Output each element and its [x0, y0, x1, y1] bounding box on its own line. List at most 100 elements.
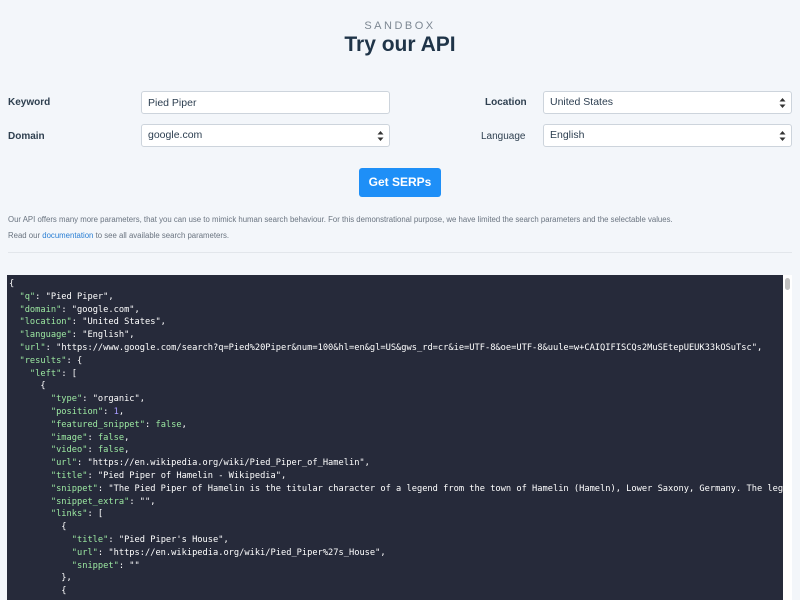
code-token: "image"	[9, 432, 88, 443]
select-arrows-icon	[779, 131, 786, 141]
code-token: "title"	[9, 534, 109, 545]
code-token: "left"	[9, 368, 62, 379]
code-token: false	[97, 445, 125, 456]
code-line: "url": "https://www.google.com/search?q=…	[7, 342, 783, 355]
code-line: },	[7, 572, 783, 585]
code-token: ,	[181, 419, 187, 430]
code-line: "video": false,	[7, 444, 783, 457]
code-line: "links": [	[7, 508, 783, 521]
code-token: "type"	[9, 394, 83, 405]
code-line: "q": "Pied Piper",	[7, 291, 783, 304]
code-line: "featured_snippet": false,	[7, 419, 783, 432]
code-token: "title"	[9, 470, 88, 481]
code-token: "featured_snippet"	[9, 419, 145, 430]
location-select[interactable]: United States	[543, 91, 792, 114]
code-token: : "English",	[71, 330, 135, 341]
code-token: "video"	[9, 445, 88, 456]
code-token: false	[97, 432, 125, 443]
code-token: : ""	[118, 560, 140, 571]
code-token: :	[87, 445, 98, 456]
code-token: {	[9, 522, 67, 533]
keyword-input[interactable]	[148, 92, 383, 113]
code-token: "snippet"	[9, 483, 98, 494]
domain-value: google.com	[148, 129, 203, 141]
json-response-panel[interactable]: { "q": "Pied Piper", "domain": "google.c…	[7, 275, 783, 600]
language-select[interactable]: English	[543, 124, 792, 147]
code-token: : "https://en.wikipedia.org/wiki/Pied_Pi…	[97, 547, 386, 558]
code-token: "snippet_extra"	[9, 496, 130, 507]
keyword-label: Keyword	[8, 97, 51, 108]
code-line: "domain": "google.com",	[7, 304, 783, 317]
code-token: ,	[124, 445, 130, 456]
domain-label: Domain	[8, 131, 45, 142]
domain-select[interactable]: google.com	[141, 124, 390, 147]
code-line: "snippet": "The Pied Piper of Hamelin is…	[7, 483, 783, 496]
get-serps-button[interactable]: Get SERPs	[359, 168, 441, 197]
code-token: :	[103, 406, 114, 417]
code-line: "language": "English",	[7, 329, 783, 342]
code-line: "left": [	[7, 368, 783, 381]
code-line: "type": "organic",	[7, 393, 783, 406]
language-label: Language	[481, 131, 526, 142]
code-line: "url": "https://en.wikipedia.org/wiki/Pi…	[7, 547, 783, 560]
documentation-link[interactable]: documentation	[42, 231, 93, 240]
docs-note: Read our documentation to see all availa…	[8, 231, 229, 240]
code-token: },	[9, 573, 72, 584]
code-token: "location"	[9, 317, 72, 328]
language-value: English	[550, 129, 585, 141]
code-token: "url"	[9, 547, 98, 558]
divider	[8, 252, 792, 253]
page-title: Try our API	[344, 33, 456, 56]
code-line: "snippet": ""	[7, 560, 783, 573]
code-token: "url"	[9, 342, 46, 353]
code-token: : "https://en.wikipedia.org/wiki/Pied_Pi…	[77, 458, 370, 469]
location-label: Location	[485, 97, 527, 108]
code-token: "results"	[9, 355, 67, 366]
code-line: "results": {	[7, 355, 783, 368]
code-line: "position": 1,	[7, 406, 783, 419]
code-token: : "Pied Piper of Hamelin - Wikipedia",	[87, 470, 287, 481]
api-note: Our API offers many more parameters, tha…	[8, 215, 673, 224]
code-token: : [	[87, 509, 104, 520]
code-token: ,	[124, 432, 130, 443]
code-token: "url"	[9, 458, 77, 469]
code-token: : {	[66, 355, 83, 366]
code-token: : "https://www.google.com/search?q=Pied%…	[45, 342, 763, 353]
code-token: "language"	[9, 330, 72, 341]
code-line: "image": false,	[7, 432, 783, 445]
code-token: : "United States",	[71, 317, 166, 328]
code-token: : "google.com",	[61, 304, 140, 315]
code-line: {	[7, 585, 783, 598]
keyword-field[interactable]	[141, 91, 390, 114]
scrollbar-thumb[interactable]	[785, 278, 790, 290]
code-line: "location": "United States",	[7, 316, 783, 329]
code-line: "title": "Pied Piper of Hamelin - Wikipe…	[7, 470, 783, 483]
docs-note-suffix: to see all available search parameters.	[93, 231, 230, 240]
eyebrow-label: SANDBOX	[364, 20, 436, 32]
docs-note-prefix: Read our	[8, 231, 43, 240]
code-line: {	[7, 278, 783, 291]
code-token: :	[145, 419, 156, 430]
code-line: {	[7, 521, 783, 534]
code-token: "position"	[9, 406, 104, 417]
code-line: "url": "https://en.wikipedia.org/wiki/Pi…	[7, 457, 783, 470]
code-line: "snippet_extra": "",	[7, 496, 783, 509]
code-line: "title": "Pied Piper's House",	[7, 534, 783, 547]
code-token: {	[9, 586, 67, 597]
code-token: : "Pied Piper's House",	[108, 534, 229, 545]
select-arrows-icon	[779, 98, 786, 108]
code-token: : "organic",	[82, 394, 145, 405]
code-token: "links"	[9, 509, 88, 520]
code-token: false	[155, 419, 182, 430]
code-token: "domain"	[9, 304, 62, 315]
code-token: ,	[118, 406, 125, 417]
code-token: "snippet"	[9, 560, 119, 571]
scrollbar[interactable]	[783, 275, 792, 600]
code-token: {	[9, 381, 46, 392]
location-value: United States	[550, 96, 614, 108]
code-token: {	[9, 279, 15, 289]
code-token: : "",	[129, 496, 156, 507]
code-token: :	[87, 432, 98, 443]
select-arrows-icon	[377, 131, 384, 141]
code-token: : "Pied Piper",	[35, 291, 114, 302]
